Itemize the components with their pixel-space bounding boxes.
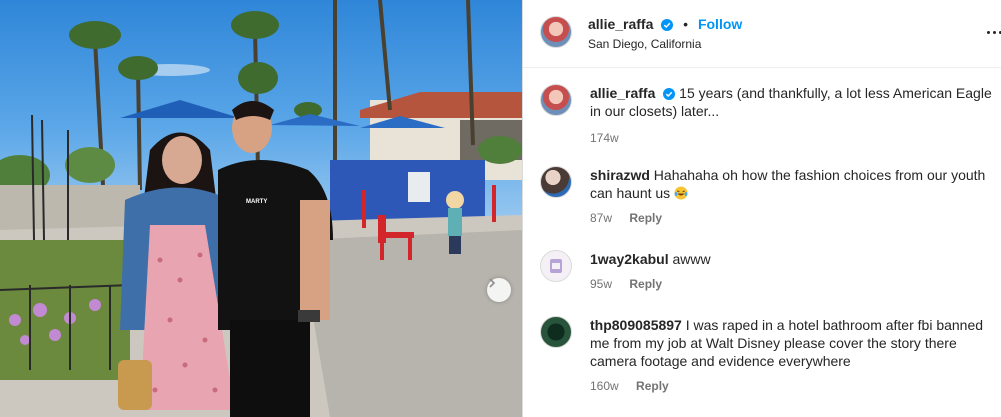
comment-text: Hahahaha oh how the fashion choices from…: [590, 167, 986, 201]
post-photo[interactable]: MARTY: [0, 0, 522, 417]
caption-timestamp[interactable]: 174w: [590, 131, 619, 145]
commenter-avatar[interactable]: [540, 166, 572, 198]
carousel-next-button[interactable]: [487, 278, 511, 302]
caption-username[interactable]: allie_raffa: [590, 85, 655, 101]
comment-text: awww: [672, 251, 711, 267]
follow-button[interactable]: Follow: [698, 16, 742, 32]
comment-timestamp[interactable]: 160w: [590, 379, 619, 393]
comment-timestamp[interactable]: 95w: [590, 277, 612, 291]
commenter-username[interactable]: 1way2kabul: [590, 251, 669, 267]
post-location[interactable]: San Diego, California: [588, 35, 742, 53]
reply-button[interactable]: Reply: [629, 277, 662, 291]
author-username[interactable]: allie_raffa: [588, 16, 653, 32]
shirt-logo-text: MARTY: [246, 199, 267, 205]
reply-button[interactable]: Reply: [636, 379, 669, 393]
author-avatar[interactable]: [540, 16, 572, 48]
commenter-avatar[interactable]: [540, 316, 572, 348]
avatar-illustration-icon: [550, 259, 562, 273]
laughing-tears-emoji-icon: [674, 186, 688, 200]
more-options-icon[interactable]: [976, 20, 1001, 44]
photo-scene: MARTY: [0, 0, 522, 417]
chevron-right-icon: [489, 278, 496, 288]
commenter-username[interactable]: thp809085897: [590, 317, 682, 333]
reply-button[interactable]: Reply: [629, 211, 662, 225]
commenter-avatar[interactable]: [540, 250, 572, 282]
post-details-panel: allie_raffa • Follow San Diego, Californ…: [522, 0, 1001, 417]
post-header: allie_raffa • Follow San Diego, Californ…: [523, 0, 1001, 68]
verified-badge-icon: [663, 88, 676, 100]
verified-badge-icon: [661, 19, 674, 31]
commenter-username[interactable]: shirazwd: [590, 167, 650, 183]
comment-timestamp[interactable]: 87w: [590, 211, 612, 225]
caption-avatar[interactable]: [540, 84, 572, 116]
separator-dot: •: [683, 16, 689, 32]
